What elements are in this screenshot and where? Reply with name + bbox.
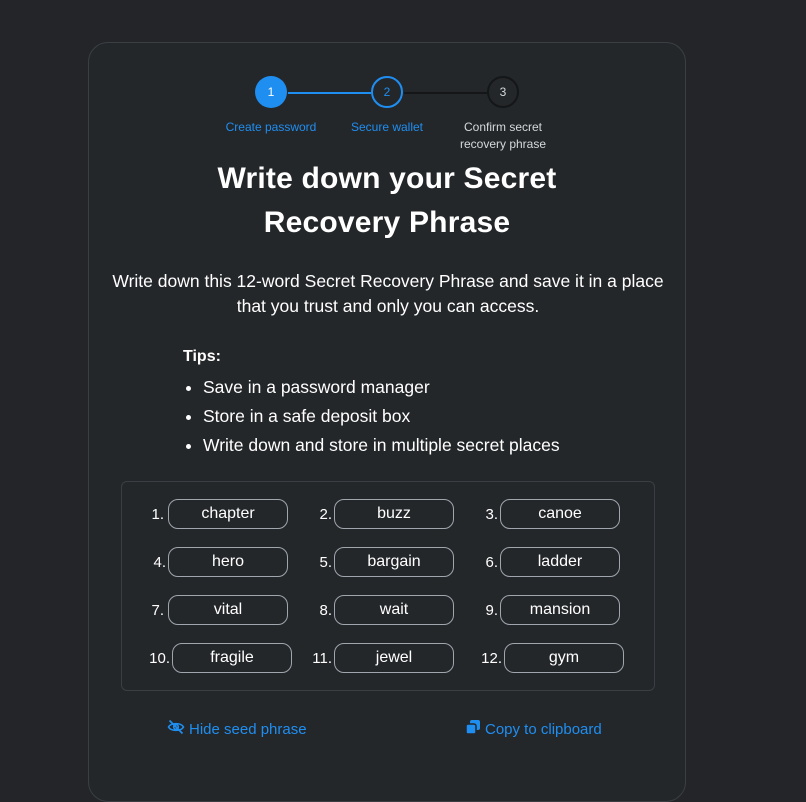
seed-word-text: gym <box>504 643 624 673</box>
page-title: Write down your Secret Recovery Phrase <box>89 157 685 245</box>
step-3-label-line1: Confirm secret <box>463 120 543 134</box>
seed-word-11: 11. jewel <box>310 642 454 674</box>
seed-word-index: 3. <box>485 505 498 523</box>
copy-to-clipboard-label: Copy to clipboard <box>485 720 602 738</box>
hide-seed-phrase-button[interactable]: Hide seed phrase <box>167 719 307 739</box>
seed-word-text: bargain <box>334 547 454 577</box>
seed-word-4: 4. hero <box>144 546 288 578</box>
tips-section: Tips: Save in a password manager Store i… <box>183 345 643 460</box>
page-title-line1: Write down your Secret <box>217 162 557 195</box>
step-2-circle: 2 <box>371 76 403 108</box>
seed-word-text: fragile <box>172 643 292 673</box>
seed-word-index: 6. <box>485 553 498 571</box>
seed-word-index: 8. <box>319 601 332 619</box>
seed-word-index: 4. <box>153 553 166 571</box>
seed-word-index: 9. <box>485 601 498 619</box>
seed-word-index: 11. <box>312 649 332 667</box>
secure-wallet-card: 1 2 3 Create password Secure wallet Conf… <box>88 42 686 802</box>
tips-title: Tips: <box>183 348 221 365</box>
seed-word-10: 10. fragile <box>144 642 292 674</box>
seed-word-3: 3. canoe <box>476 498 620 530</box>
tip-item: Save in a password manager <box>203 373 643 402</box>
seed-phrase-actions: Hide seed phrase Copy to clipboard <box>89 719 685 743</box>
seed-word-text: chapter <box>168 499 288 529</box>
seed-word-text: jewel <box>334 643 454 673</box>
seed-word-8: 8. wait <box>310 594 454 626</box>
seed-word-index: 10. <box>149 649 170 667</box>
step-3-label: Confirm secret recovery phrase <box>443 119 563 153</box>
copy-icon <box>465 719 481 739</box>
seed-word-text: vital <box>168 595 288 625</box>
seed-word-index: 12. <box>481 649 502 667</box>
seed-word-text: ladder <box>500 547 620 577</box>
seed-word-text: mansion <box>500 595 620 625</box>
hide-seed-phrase-label: Hide seed phrase <box>189 720 307 738</box>
step-3-circle: 3 <box>487 76 519 108</box>
seed-word-6: 6. ladder <box>476 546 620 578</box>
seed-word-text: buzz <box>334 499 454 529</box>
seed-word-9: 9. mansion <box>476 594 620 626</box>
seed-word-text: canoe <box>500 499 620 529</box>
page-title-line2: Recovery Phrase <box>263 206 511 239</box>
seed-word-1: 1. chapter <box>144 498 288 530</box>
seed-word-index: 2. <box>319 505 332 523</box>
step-2-label: Secure wallet <box>350 120 424 134</box>
copy-to-clipboard-button[interactable]: Copy to clipboard <box>465 719 602 739</box>
seed-word-index: 5. <box>319 553 332 571</box>
seed-word-text: wait <box>334 595 454 625</box>
seed-word-5: 5. bargain <box>310 546 454 578</box>
tips-list: Save in a password manager Store in a sa… <box>183 373 643 460</box>
eye-slash-icon <box>167 719 185 739</box>
tip-item: Write down and store in multiple secret … <box>203 431 643 460</box>
step-1-circle: 1 <box>255 76 287 108</box>
seed-word-2: 2. buzz <box>310 498 454 530</box>
page-description: Write down this 12-word Secret Recovery … <box>112 271 664 316</box>
stepper-line-pending <box>404 92 488 94</box>
seed-word-7: 7. vital <box>144 594 288 626</box>
stepper-line-completed <box>288 92 371 94</box>
seed-phrase-grid: 1. chapter 2. buzz 3. canoe 4. hero 5. b… <box>121 481 655 691</box>
step-3-label-line2: recovery phrase <box>459 137 547 151</box>
step-1-label: Create password <box>225 120 317 134</box>
seed-word-index: 7. <box>151 601 164 619</box>
seed-word-index: 1. <box>151 505 164 523</box>
seed-word-text: hero <box>168 547 288 577</box>
tip-item: Store in a safe deposit box <box>203 402 643 431</box>
seed-word-12: 12. gym <box>476 642 624 674</box>
